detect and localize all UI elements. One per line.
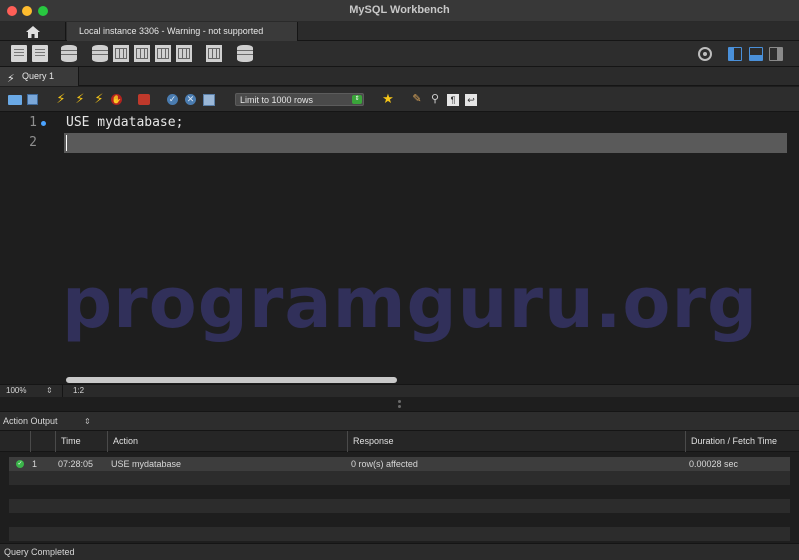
find-icon[interactable]: ⚲ — [428, 92, 442, 106]
settings-gear-icon[interactable] — [698, 47, 712, 61]
zoom-stepper-icon[interactable]: ⇕ — [46, 385, 53, 397]
drag-handle-icon — [398, 400, 401, 403]
output-type-select[interactable]: Action Output — [3, 412, 58, 431]
code-line[interactable]: USE mydatabase; — [66, 115, 183, 130]
current-line-highlight — [64, 133, 787, 153]
cursor-position: 1:2 — [73, 386, 85, 395]
open-sql-script-icon[interactable] — [32, 45, 48, 62]
execute-current-icon[interactable]: ⚡ — [73, 92, 87, 106]
drag-handle-icon — [398, 405, 401, 408]
clear-icon[interactable]: ✎ — [410, 92, 424, 106]
column-header[interactable]: Time — [55, 431, 107, 452]
action-output-table: Time Action Response Duration / Fetch Ti… — [0, 431, 799, 543]
create-schema-icon[interactable] — [92, 45, 108, 62]
toggle-output-panel-icon[interactable] — [749, 47, 763, 61]
zoom-level[interactable]: 100% — [6, 385, 26, 397]
connection-tab[interactable]: Local instance 3306 - Warning - not supp… — [67, 22, 298, 41]
create-view-icon[interactable] — [134, 45, 150, 62]
toggle-secondary-sidebar-icon[interactable] — [769, 47, 783, 61]
panel-splitter[interactable] — [0, 397, 799, 411]
select-arrows-icon: ⇕ — [352, 95, 362, 104]
rollback-icon[interactable]: ✕ — [185, 94, 196, 105]
open-file-icon[interactable] — [8, 95, 22, 105]
toggle-sidebar-icon[interactable] — [728, 47, 742, 61]
reconnect-icon[interactable] — [237, 45, 253, 62]
row-action: USE mydatabase — [111, 459, 182, 469]
table-header: Time Action Response Duration / Fetch Ti… — [0, 431, 799, 452]
line-number: 2 — [29, 135, 37, 150]
create-procedure-icon[interactable] — [155, 45, 171, 62]
autocommit-icon[interactable] — [203, 94, 215, 106]
row-time: 07:28:05 — [58, 459, 94, 469]
watermark: programguru.org — [62, 262, 759, 344]
column-header[interactable] — [30, 431, 55, 452]
success-check-icon: ✓ — [16, 460, 24, 468]
invisible-chars-icon[interactable]: ¶ — [447, 94, 459, 106]
commit-icon[interactable]: ✓ — [167, 94, 178, 105]
toggle-continue-on-error-icon[interactable] — [138, 94, 150, 105]
create-function-icon[interactable] — [176, 45, 192, 62]
search-table-data-icon[interactable] — [206, 45, 222, 62]
output-panel-header: Action Output ⇕ — [0, 411, 799, 431]
column-header[interactable]: Response — [347, 431, 685, 452]
sql-editor[interactable]: 1 USE mydatabase; 2 programguru.org — [0, 112, 799, 384]
stop-icon[interactable]: ✋ — [111, 94, 122, 105]
main-toolbar — [0, 41, 799, 67]
create-table-icon[interactable] — [113, 45, 129, 62]
window-title: MySQL Workbench — [349, 4, 450, 16]
word-wrap-icon[interactable]: ↩ — [465, 94, 477, 106]
home-tab[interactable] — [0, 22, 66, 41]
statement-marker-icon — [41, 121, 46, 126]
new-sql-tab-icon[interactable] — [11, 45, 27, 62]
empty-row — [9, 527, 790, 541]
horizontal-scrollbar[interactable] — [66, 377, 397, 383]
connection-tab-bar: Local instance 3306 - Warning - not supp… — [0, 22, 799, 41]
text-caret — [66, 135, 67, 151]
query-tab[interactable]: ⚡ Query 1 — [0, 67, 79, 86]
line-number: 1 — [29, 115, 37, 130]
open-inspector-icon[interactable] — [61, 45, 77, 62]
title-bar: MySQL Workbench — [0, 0, 799, 22]
row-duration: 0.00028 sec — [689, 459, 739, 469]
empty-row — [9, 499, 790, 513]
editor-toolbar: ⚡ ⚡ ⚡ ✋ ✓ ✕ Limit to 1000 rows ⇕ ★ ✎ ⚲ ¶… — [0, 87, 799, 112]
row-index: 1 — [32, 459, 38, 469]
table-row[interactable]: ✓ 1 07:28:05 USE mydatabase 0 row(s) aff… — [9, 457, 790, 471]
home-icon — [25, 25, 40, 38]
query-tab-bar: ⚡ Query 1 — [0, 67, 799, 86]
column-header[interactable]: Duration / Fetch Time — [685, 431, 790, 452]
empty-row — [9, 471, 790, 485]
limit-rows-value: Limit to 1000 rows — [240, 95, 314, 105]
status-bar: Query Completed — [0, 543, 799, 560]
column-header[interactable]: Action — [107, 431, 347, 452]
limit-rows-select[interactable]: Limit to 1000 rows ⇕ — [235, 93, 364, 106]
editor-status-bar: 100% ⇕ 1:2 — [0, 384, 799, 398]
save-file-icon[interactable] — [27, 94, 38, 105]
execute-icon[interactable]: ⚡ — [54, 92, 68, 106]
query-tab-label: Query 1 — [22, 71, 55, 81]
empty-row — [9, 513, 790, 527]
select-arrows-icon[interactable]: ⇕ — [84, 412, 91, 431]
row-response: 0 row(s) affected — [351, 459, 418, 469]
beautify-icon[interactable]: ★ — [381, 92, 395, 106]
empty-row — [9, 485, 790, 499]
explain-icon[interactable]: ⚡ — [92, 92, 106, 106]
